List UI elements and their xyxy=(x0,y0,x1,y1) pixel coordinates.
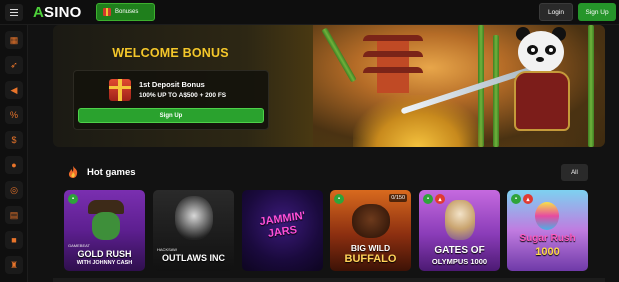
bonus-description: 100% UP TO A$500 + 200 FS xyxy=(139,92,227,99)
game-card-big-wild-buffalo[interactable]: ▪ 0/150 BIG WILD BUFFALO xyxy=(330,190,411,271)
gift-badge-icon: ▪ xyxy=(334,194,344,204)
fire-badge-icon: ▴ xyxy=(435,194,445,204)
signup-button[interactable]: Sign Up xyxy=(578,3,616,21)
logo-text: SINO xyxy=(44,4,82,21)
game-subtitle: 1000 xyxy=(535,246,560,258)
provider-label: GAMEBEAT xyxy=(68,243,90,248)
logo[interactable]: ASINO xyxy=(33,4,82,21)
bonus-signup-button[interactable]: Sign Up xyxy=(78,108,264,123)
top-bar: ASINO Bonuses Login Sign Up xyxy=(0,0,619,25)
hot-games-title: Hot games xyxy=(87,167,136,178)
bonuses-label: Bonuses xyxy=(115,9,139,15)
gift-badge-icon: ▪ xyxy=(511,194,521,204)
game-title: Sugar Rush xyxy=(519,233,576,244)
bonuses-button[interactable]: Bonuses xyxy=(96,3,155,21)
rocket-icon[interactable]: ➶ xyxy=(5,56,23,74)
coin-icon[interactable]: $ xyxy=(5,131,23,149)
fire-badge-icon: ▴ xyxy=(523,194,533,204)
fire-icon xyxy=(68,166,78,178)
pagoda-illustration xyxy=(363,35,423,95)
gift-badge-icon: ▪ xyxy=(423,194,433,204)
cactus-character-illustration xyxy=(92,212,120,240)
outlaw-character-illustration xyxy=(175,196,213,240)
zeus-illustration xyxy=(445,200,475,240)
all-games-button[interactable]: All xyxy=(561,164,588,181)
game-title: GATES OF xyxy=(434,245,485,256)
game-subtitle: OLYMPUS 1000 xyxy=(431,257,488,266)
grid-icon[interactable]: ▦ xyxy=(5,31,23,49)
megaphone-icon[interactable]: ◀ xyxy=(5,81,23,99)
gift-box-icon xyxy=(109,79,131,101)
gift-icon xyxy=(103,8,111,16)
hamburger-menu-icon[interactable] xyxy=(5,4,23,21)
bonus-name: 1st Deposit Bonus xyxy=(139,80,205,89)
candy-egg-illustration xyxy=(535,202,559,230)
game-count-badge: 0/150 xyxy=(389,194,407,202)
welcome-title: WELCOME BONUS xyxy=(112,46,229,60)
bamboo-illustration xyxy=(493,35,499,147)
provider-label: HACKSAW xyxy=(157,247,178,252)
percent-icon[interactable]: % xyxy=(5,106,23,124)
game-card-outlaws-inc[interactable]: HACKSAW OUTLAWS INC xyxy=(153,190,234,271)
login-button[interactable]: Login xyxy=(539,3,573,21)
gift-badge-icon: ▪ xyxy=(68,194,78,204)
bamboo-illustration xyxy=(588,25,594,147)
logo-accent: A xyxy=(33,4,45,21)
panda-illustration xyxy=(508,27,583,137)
game-card-gates-of-olympus[interactable]: ▪ ▴ GATES OF OLYMPUS 1000 xyxy=(419,190,500,271)
gift-icon[interactable]: ■ xyxy=(5,231,23,249)
game-title: OUTLAWS INC xyxy=(162,253,225,263)
game-card-gold-rush[interactable]: ▪ GAMEBEAT GOLD RUSH WITH JOHNNY CASH xyxy=(64,190,145,271)
next-row-preview xyxy=(53,278,605,282)
game-subtitle: WITH JOHNNY CASH xyxy=(76,260,133,266)
medal-icon[interactable]: ● xyxy=(5,156,23,174)
sidebar: ▦ ➶ ◀ % $ ● ◎ ▤ ■ ♜ xyxy=(0,25,28,282)
buffalo-illustration xyxy=(352,204,390,238)
game-subtitle: BUFFALO xyxy=(344,253,397,265)
game-card-sugar-rush[interactable]: ▪ ▴ Sugar Rush 1000 xyxy=(507,190,588,271)
game-title: GOLD RUSH xyxy=(77,249,132,259)
target-icon[interactable]: ◎ xyxy=(5,181,23,199)
trophy-icon[interactable]: ♜ xyxy=(5,256,23,274)
game-card-jammin-jars[interactable]: JAMMIN' JARS xyxy=(242,190,323,271)
game-title: BIG WILD xyxy=(350,243,391,253)
book-icon[interactable]: ▤ xyxy=(5,206,23,224)
